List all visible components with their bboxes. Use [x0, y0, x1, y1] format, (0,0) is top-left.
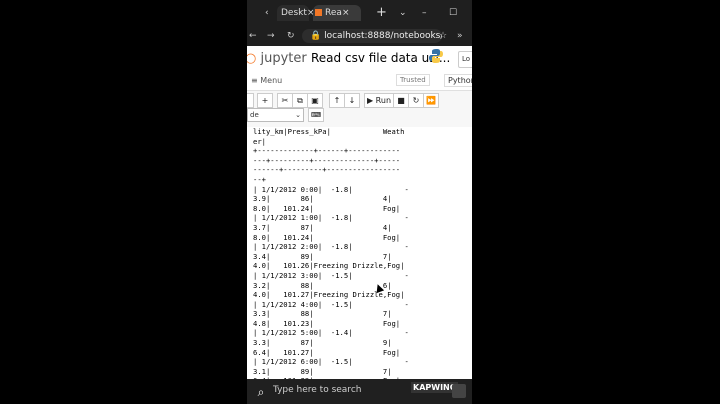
restart-icon[interactable]: ↻: [408, 93, 424, 108]
refresh-icon[interactable]: ↻: [287, 29, 295, 43]
address-bar: ← → ↻ 🔒 localhost:8888/notebooks/ ☆ »: [247, 26, 472, 46]
stop-square-icon[interactable]: ■: [393, 93, 409, 108]
phone-screen: ‹ Deskt × Rea × + ⌄ – ☐ ← → ↻ 🔒 localhos…: [247, 0, 472, 404]
copy-icon[interactable]: ⧉: [292, 93, 308, 108]
tab-active[interactable]: Rea: [313, 5, 361, 21]
tab-desktop[interactable]: Deskt: [277, 5, 309, 21]
close-tab-icon[interactable]: ×: [342, 5, 350, 21]
tab-active-label: Rea: [325, 8, 342, 18]
play-icon: ▶: [366, 96, 374, 105]
menu-button[interactable]: ≡ Menu: [251, 76, 282, 85]
kernel-indicator[interactable]: Python: [444, 74, 472, 87]
notebook-toolbar: + ✂ ⧉ ▣ ↑ ↓ ▶ Run ■ ↻ ⏩ de ⌄ ⌨: [247, 91, 472, 128]
paste-icon[interactable]: ▣: [307, 93, 323, 108]
windows-taskbar: ⌕ Type here to search KAPWING: [247, 379, 472, 404]
chevron-down-icon: ⌄: [295, 111, 301, 119]
save-button[interactable]: [247, 93, 254, 108]
more-chevron-icon[interactable]: »: [457, 29, 463, 43]
menu-bar: ≡ Menu Trusted Python: [247, 72, 472, 91]
forward-arrow-icon[interactable]: →: [267, 29, 275, 43]
jupyter-logo[interactable]: ○ jupyter: [247, 51, 307, 66]
move-up-arrow-icon[interactable]: ↑: [329, 93, 345, 108]
search-icon[interactable]: ⌕: [253, 384, 269, 400]
plus-icon[interactable]: +: [376, 5, 387, 21]
run-button[interactable]: ▶ Run: [364, 93, 394, 108]
output-text: lity_km|Press_kPa| Weath er| +----------…: [253, 127, 409, 379]
minimize-icon[interactable]: –: [422, 5, 427, 21]
chevron-left-icon[interactable]: ‹: [265, 5, 269, 21]
logout-button[interactable]: Lo: [458, 51, 472, 68]
jupyter-favicon-icon: [315, 9, 322, 16]
taskbar-search-input[interactable]: Type here to search: [273, 385, 361, 395]
keyboard-icon[interactable]: ⌨: [308, 108, 324, 122]
python-logo-icon: [429, 49, 443, 63]
back-arrow-icon[interactable]: ←: [249, 29, 257, 43]
insert-cell-plus-icon[interactable]: +: [257, 93, 273, 108]
fast-forward-icon[interactable]: ⏩: [423, 93, 439, 108]
move-down-arrow-icon[interactable]: ↓: [344, 93, 360, 108]
maximize-icon[interactable]: ☐: [449, 5, 457, 21]
lock-icon: 🔒: [310, 31, 322, 41]
cell-output: lity_km|Press_kPa| Weath er| +----------…: [247, 127, 472, 379]
trusted-badge[interactable]: Trusted: [396, 74, 430, 86]
menu-icon: ≡: [251, 76, 258, 85]
chevron-down-icon[interactable]: ⌄: [399, 5, 407, 21]
url-text: localhost:8888/notebooks/: [324, 31, 442, 41]
url-input[interactable]: 🔒 localhost:8888/notebooks/: [302, 29, 442, 43]
browser-tab-bar: ‹ Deskt × Rea × + ⌄ – ☐: [247, 0, 472, 26]
cell-type-select[interactable]: de ⌄: [247, 108, 304, 122]
cut-scissors-icon[interactable]: ✂: [277, 93, 293, 108]
star-icon[interactable]: ☆: [439, 29, 447, 43]
taskbar-app-icon[interactable]: [452, 384, 466, 398]
